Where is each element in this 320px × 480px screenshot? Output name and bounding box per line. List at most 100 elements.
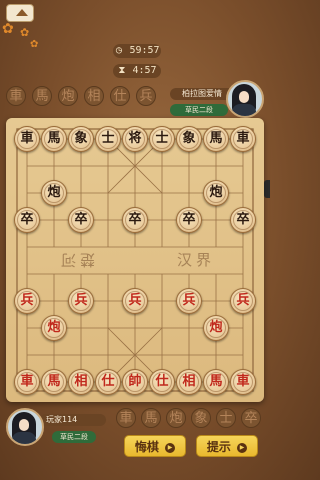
- captured-pieces-top: 車 馬 炮 相 仕 兵: [6, 86, 166, 108]
- move-timer: ⧗ 4:57: [113, 64, 161, 78]
- hint-button[interactable]: 提示 ▶: [196, 435, 258, 457]
- player-name: 玩家114: [40, 414, 106, 426]
- piece-label: 卒: [182, 212, 196, 227]
- maple-leaf-icon: ✿: [2, 21, 14, 37]
- piece-label: 車: [236, 374, 250, 389]
- red-piece[interactable]: 兵: [176, 288, 202, 314]
- piece-label: 炮: [209, 320, 223, 335]
- black-piece[interactable]: 象: [68, 126, 94, 152]
- piece-label: 卒: [236, 212, 250, 227]
- hourglass-icon: ⧗: [118, 65, 126, 76]
- captured-piece: 卒: [241, 408, 261, 428]
- piece-label: 馬: [47, 131, 61, 146]
- red-piece[interactable]: 車: [14, 369, 40, 395]
- piece-label: 卒: [20, 212, 34, 227]
- piece-label: 馬: [209, 131, 223, 146]
- piece-label: 炮: [209, 185, 223, 200]
- red-piece[interactable]: 仕: [149, 369, 175, 395]
- black-piece[interactable]: 士: [95, 126, 121, 152]
- move-timer-value: 4:57: [132, 65, 157, 76]
- red-piece[interactable]: 帥: [122, 369, 148, 395]
- home-icon: [6, 4, 34, 22]
- red-piece[interactable]: 車: [230, 369, 256, 395]
- black-piece[interactable]: 馬: [203, 126, 229, 152]
- captured-piece: 車: [116, 408, 136, 428]
- piece-label: 馬: [209, 374, 223, 389]
- piece-label: 象: [74, 131, 88, 146]
- piece-label: 兵: [236, 293, 250, 308]
- captured-piece: 馬: [141, 408, 161, 428]
- black-piece[interactable]: 将: [122, 126, 148, 152]
- black-piece[interactable]: 象: [176, 126, 202, 152]
- piece-label: 士: [155, 131, 169, 146]
- regret-button-label: 悔棋: [134, 440, 159, 454]
- play-icon: ▶: [237, 442, 248, 453]
- piece-label: 兵: [182, 293, 196, 308]
- black-piece[interactable]: 卒: [122, 207, 148, 233]
- play-icon: ▶: [165, 442, 176, 453]
- piece-label: 炮: [47, 320, 61, 335]
- chess-board[interactable]: 楚河 汉界 車馬象士将士象馬車炮炮卒卒卒卒卒兵兵兵兵兵炮炮車馬相仕帥仕相馬車: [6, 118, 264, 402]
- red-piece[interactable]: 兵: [68, 288, 94, 314]
- piece-label: 卒: [74, 212, 88, 227]
- total-timer-value: 59:57: [129, 45, 160, 56]
- red-piece[interactable]: 炮: [41, 315, 67, 341]
- piece-label: 仕: [155, 374, 169, 389]
- red-piece[interactable]: 兵: [14, 288, 40, 314]
- captured-piece: 馬: [32, 86, 52, 106]
- piece-label: 象: [182, 131, 196, 146]
- black-piece[interactable]: 卒: [230, 207, 256, 233]
- piece-label: 帥: [128, 374, 142, 389]
- black-piece[interactable]: 炮: [203, 180, 229, 206]
- total-timer: ◷ 59:57: [113, 44, 161, 58]
- captured-piece: 士: [216, 408, 236, 428]
- captured-piece: 相: [84, 86, 104, 106]
- river-label-right: 汉界: [176, 251, 215, 269]
- opponent-rank: 草民二段: [170, 104, 228, 116]
- captured-piece: 炮: [166, 408, 186, 428]
- captured-piece: 炮: [58, 86, 78, 106]
- piece-label: 車: [236, 131, 250, 146]
- black-piece[interactable]: 卒: [14, 207, 40, 233]
- clock-icon: ◷: [115, 45, 122, 56]
- captured-piece: 兵: [136, 86, 156, 106]
- maple-leaf-icon: ✿: [30, 39, 39, 50]
- black-piece[interactable]: 炮: [41, 180, 67, 206]
- opponent-name: 柏拉图爱情: [170, 88, 234, 100]
- piece-label: 相: [182, 374, 196, 389]
- piece-label: 車: [20, 374, 34, 389]
- black-piece[interactable]: 車: [230, 126, 256, 152]
- piece-label: 馬: [47, 374, 61, 389]
- piece-label: 卒: [128, 212, 142, 227]
- captured-piece: 象: [191, 408, 211, 428]
- piece-label: 相: [74, 374, 88, 389]
- piece-label: 士: [101, 131, 115, 146]
- piece-label: 炮: [47, 185, 61, 200]
- piece-label: 仕: [101, 374, 115, 389]
- player-avatar[interactable]: [6, 408, 44, 446]
- piece-label: 兵: [20, 293, 34, 308]
- black-piece[interactable]: 卒: [68, 207, 94, 233]
- back-button[interactable]: ✿ ✿ ✿: [0, 0, 48, 56]
- side-drawer-handle[interactable]: [264, 180, 270, 198]
- red-piece[interactable]: 兵: [122, 288, 148, 314]
- red-piece[interactable]: 兵: [230, 288, 256, 314]
- maple-leaf-icon: ✿: [20, 26, 30, 39]
- black-piece[interactable]: 馬: [41, 126, 67, 152]
- black-piece[interactable]: 車: [14, 126, 40, 152]
- black-piece[interactable]: 卒: [176, 207, 202, 233]
- captured-piece: 仕: [110, 86, 130, 106]
- red-piece[interactable]: 相: [68, 369, 94, 395]
- black-piece[interactable]: 士: [149, 126, 175, 152]
- piece-label: 将: [128, 131, 142, 146]
- red-piece[interactable]: 炮: [203, 315, 229, 341]
- red-piece[interactable]: 仕: [95, 369, 121, 395]
- regret-button[interactable]: 悔棋 ▶: [124, 435, 186, 457]
- opponent-avatar[interactable]: [226, 80, 264, 118]
- hint-button-label: 提示: [206, 440, 231, 454]
- red-piece[interactable]: 相: [176, 369, 202, 395]
- red-piece[interactable]: 馬: [203, 369, 229, 395]
- captured-piece: 車: [6, 86, 26, 106]
- red-piece[interactable]: 馬: [41, 369, 67, 395]
- piece-label: 兵: [74, 293, 88, 308]
